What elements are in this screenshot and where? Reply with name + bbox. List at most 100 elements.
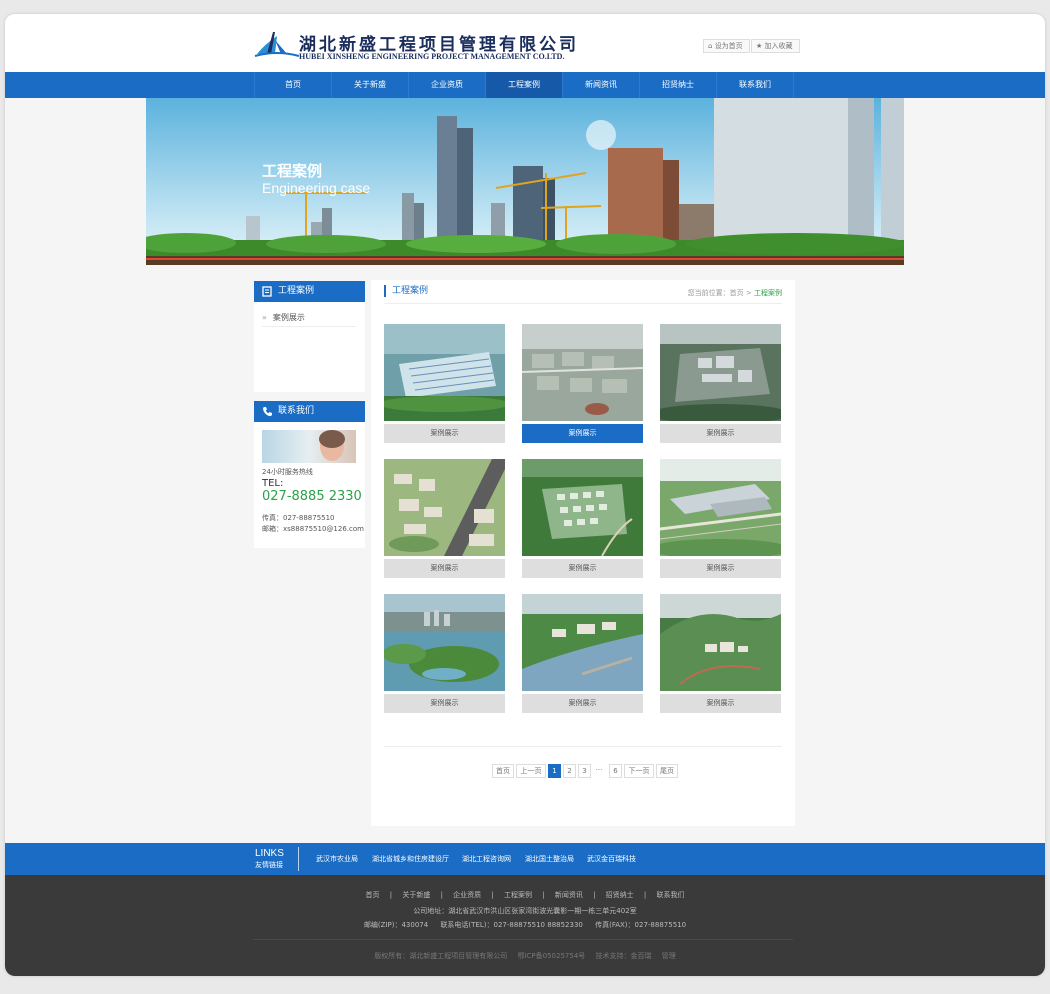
icp-link[interactable]: 鄂ICP备05025754号: [517, 952, 585, 960]
nav-item-qualification[interactable]: 企业资质: [408, 72, 485, 98]
pagination-ellipsis: ···: [595, 766, 603, 774]
case-card[interactable]: 案例展示: [660, 594, 781, 713]
tel-number: 027-8885 2330: [262, 489, 362, 504]
pagination-page-3[interactable]: 3: [578, 764, 591, 778]
case-card[interactable]: 案例展示: [384, 594, 505, 713]
footer-divider: [253, 939, 793, 940]
star-icon: ★: [756, 42, 763, 50]
case-card[interactable]: 案例展示: [384, 324, 505, 443]
links-divider: [298, 847, 299, 871]
sidebar-cases-title: 工程案例: [278, 286, 315, 296]
company-logo-icon[interactable]: [253, 28, 303, 60]
pagination-page-2[interactable]: 2: [563, 764, 576, 778]
double-chevron-icon: »: [262, 313, 267, 322]
set-home-link[interactable]: ⌂ 设为首页: [703, 39, 750, 53]
main-nav: 首页 关于新盛 企业资质 工程案例 新闻资讯 招贤纳士 联系我们: [5, 72, 1045, 98]
customer-service-photo: [262, 430, 356, 463]
case-thumbnail[interactable]: [384, 594, 505, 691]
friend-links-bar: LINKS 友情链接 武汉市农业局 湖北省城乡和住房建设厅 湖北工程咨询网 湖北…: [5, 843, 1045, 875]
case-card[interactable]: 案例展示: [660, 459, 781, 578]
case-caption[interactable]: 案例展示: [522, 559, 643, 578]
title-divider: [384, 303, 782, 304]
nav-item-home[interactable]: 首页: [254, 72, 331, 98]
sidebar-cases-box: 工程案例 » 案例展示: [254, 281, 365, 392]
hotline-label: 24小时服务热线: [262, 468, 313, 476]
section-title: 工程案例: [384, 285, 428, 297]
links-subtitle: 友情链接: [255, 861, 283, 869]
case-caption[interactable]: 案例展示: [384, 694, 505, 713]
tel-label: TEL:: [262, 478, 284, 489]
tech-support-link[interactable]: 技术支持：金百瑞: [596, 952, 652, 960]
footer-link-news[interactable]: 新闻资讯: [555, 891, 583, 899]
pagination-prev[interactable]: 上一页: [516, 764, 546, 778]
banner-title: 工程案例: [262, 162, 323, 180]
footer-contact-line: 邮编(ZIP)：430074 联系电话(TEL)：027-88875510 88…: [363, 921, 687, 929]
case-card[interactable]: 案例展示: [660, 324, 781, 443]
pagination-page-6[interactable]: 6: [609, 764, 622, 778]
admin-link[interactable]: 管理: [662, 952, 676, 960]
page-banner: 工程案例 Engineering case: [146, 98, 904, 265]
banner-subtitle: Engineering case: [262, 180, 371, 196]
breadcrumb-home-link[interactable]: 首页: [730, 289, 744, 297]
case-caption[interactable]: 案例展示: [660, 424, 781, 443]
case-card[interactable]: 案例展示: [522, 594, 643, 713]
pagination-first[interactable]: 首页: [492, 764, 514, 778]
case-caption[interactable]: 案例展示: [384, 559, 505, 578]
case-thumbnail[interactable]: [384, 459, 505, 556]
footer-nav: 首页 | 关于新盛 | 企业资质 | 工程案例 | 新闻资讯 | 招贤纳士 | …: [365, 891, 685, 899]
friend-link[interactable]: 武汉金百瑞科技: [587, 854, 636, 864]
footer-link-contact[interactable]: 联系我们: [656, 891, 684, 899]
pagination-page-1[interactable]: 1: [548, 764, 561, 778]
pagination-next[interactable]: 下一页: [624, 764, 654, 778]
case-thumbnail[interactable]: [660, 594, 781, 691]
site-header: 湖北新盛工程项目管理有限公司 HUBEI XINSHENG ENGINEERIN…: [5, 14, 1045, 72]
sidebar-contact-header: 联系我们: [254, 401, 365, 422]
case-card[interactable]: 案例展示: [522, 459, 643, 578]
email-info: 邮箱：xs88875510@126.com: [262, 525, 364, 533]
friend-link[interactable]: 湖北省城乡和住房建设厅: [372, 854, 449, 864]
pagination-last[interactable]: 尾页: [656, 764, 678, 778]
case-caption[interactable]: 案例展示: [660, 559, 781, 578]
case-thumbnail[interactable]: [522, 459, 643, 556]
friend-link[interactable]: 湖北国土整治局: [525, 854, 574, 864]
home-icon: ⌂: [708, 42, 713, 50]
breadcrumb: 您当前位置：首页 > 工程案例: [687, 289, 782, 297]
nav-item-news[interactable]: 新闻资讯: [562, 72, 639, 98]
footer-link-home[interactable]: 首页: [366, 891, 380, 899]
case-card[interactable]: 案例展示: [384, 459, 505, 578]
sidebar-contact-box: 联系我们 24小时服务热线 TEL: 027-8885 2330 传真：027-…: [254, 401, 365, 548]
case-thumbnail[interactable]: [660, 324, 781, 421]
case-thumbnail[interactable]: [522, 324, 643, 421]
sidebar-contact-title: 联系我们: [278, 406, 315, 416]
friend-link[interactable]: 武汉市农业局: [316, 854, 358, 864]
nav-item-contact[interactable]: 联系我们: [716, 72, 794, 98]
footer-link-qualification[interactable]: 企业资质: [453, 891, 481, 899]
footer-link-jobs[interactable]: 招贤纳士: [606, 891, 634, 899]
phone-icon: [263, 407, 272, 417]
add-favorite-link[interactable]: ★ 加入收藏: [751, 39, 800, 53]
case-thumbnail[interactable]: [522, 594, 643, 691]
case-caption[interactable]: 案例展示: [660, 694, 781, 713]
page-frame: 湖北新盛工程项目管理有限公司 HUBEI XINSHENG ENGINEERIN…: [5, 14, 1045, 976]
nav-item-about[interactable]: 关于新盛: [331, 72, 408, 98]
fax-info: 传真：027-88875510: [262, 514, 335, 522]
brand-name-en: HUBEI XINSHENG ENGINEERING PROJECT MANAG…: [299, 52, 565, 61]
site-footer: 首页 | 关于新盛 | 企业资质 | 工程案例 | 新闻资讯 | 招贤纳士 | …: [5, 875, 1045, 976]
sidebar-item-case-display[interactable]: » 案例展示: [262, 309, 356, 327]
case-card[interactable]: 案例展示: [522, 324, 643, 443]
breadcrumb-current: 工程案例: [754, 289, 782, 297]
case-thumbnail[interactable]: [660, 459, 781, 556]
friend-link[interactable]: 湖北工程咨询网: [462, 854, 511, 864]
case-caption[interactable]: 案例展示: [522, 694, 643, 713]
nav-item-cases[interactable]: 工程案例: [485, 72, 562, 98]
sidebar-cases-header: 工程案例: [254, 281, 365, 302]
footer-link-cases[interactable]: 工程案例: [504, 891, 532, 899]
nav-item-jobs[interactable]: 招贤纳士: [639, 72, 716, 98]
links-title: LINKS: [255, 848, 284, 859]
banner-cityscape-image: [146, 98, 904, 265]
footer-link-about[interactable]: 关于新盛: [402, 891, 430, 899]
case-thumbnail[interactable]: [384, 324, 505, 421]
case-caption[interactable]: 案例展示: [522, 424, 643, 443]
case-caption[interactable]: 案例展示: [384, 424, 505, 443]
document-icon: [262, 286, 272, 297]
